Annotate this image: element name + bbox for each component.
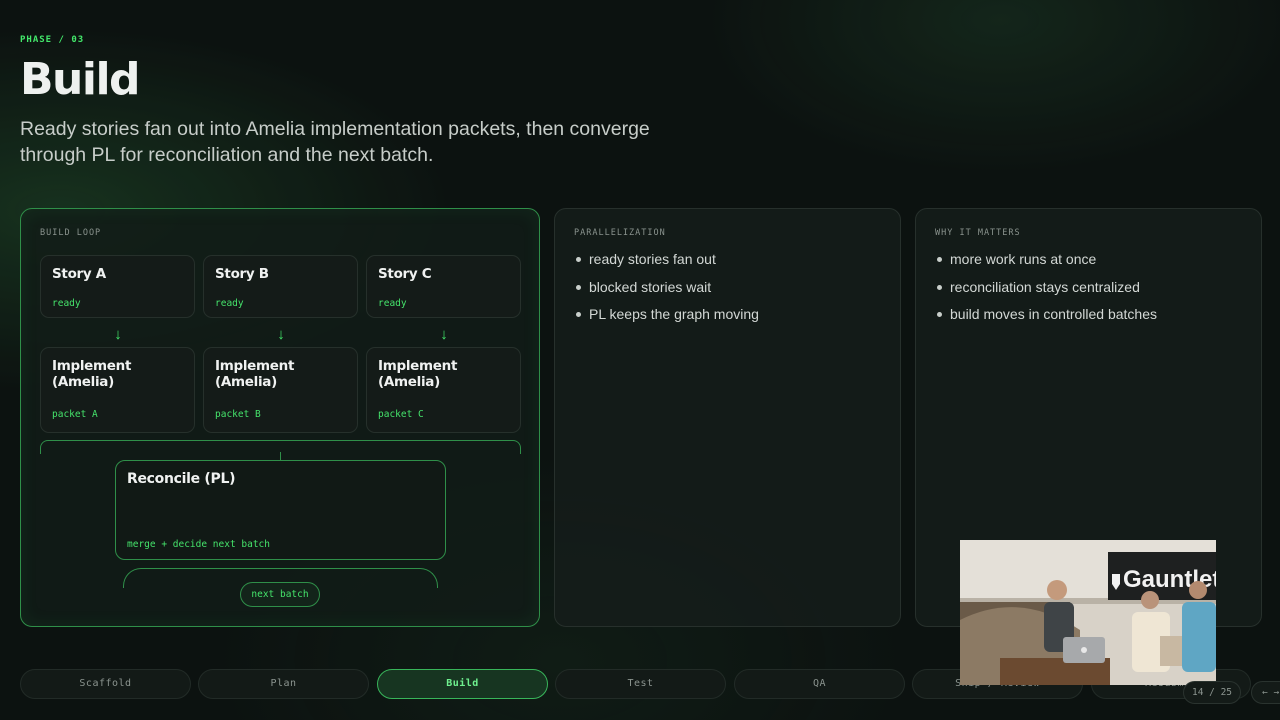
implement-c-title: Implement (Amelia)	[378, 358, 458, 390]
list-item: build moves in controlled batches	[937, 305, 1157, 333]
story-b-status: ready	[215, 298, 244, 309]
webcam-scene: Gauntlet	[960, 540, 1216, 685]
slide-counter: 14 / 25	[1183, 681, 1241, 704]
next-batch-pill: next batch	[240, 582, 320, 607]
implement-a-title: Implement (Amelia)	[52, 358, 132, 390]
implement-b-title: Implement (Amelia)	[215, 358, 295, 390]
tab-test[interactable]: Test	[555, 669, 726, 699]
implement-b-packet: packet B	[215, 409, 261, 420]
why-it-matters-list: more work runs at once reconciliation st…	[937, 250, 1157, 333]
phase-label: PHASE / 03	[20, 35, 85, 45]
story-a-card: Story A ready	[40, 255, 195, 318]
story-c-status: ready	[378, 298, 407, 309]
list-item: PL keeps the graph moving	[576, 305, 759, 333]
implement-a-packet: packet A	[52, 409, 98, 420]
story-b-card: Story B ready	[203, 255, 358, 318]
prev-next-arrows[interactable]: ← →	[1251, 681, 1280, 704]
parallelization-label: PARALLELIZATION	[574, 228, 666, 238]
build-loop-label: BUILD LOOP	[40, 228, 102, 238]
implement-a-card: Implement (Amelia) packet A	[40, 347, 195, 433]
story-c-title: Story C	[378, 266, 432, 282]
reconcile-card: Reconcile (PL) merge + decide next batch	[115, 460, 446, 560]
parallelization-list: ready stories fan out blocked stories wa…	[576, 250, 759, 333]
page-subtitle: Ready stories fan out into Amelia implem…	[20, 118, 650, 166]
webcam-video: Gauntlet	[960, 540, 1216, 685]
tab-build[interactable]: Build	[377, 669, 548, 699]
list-item: reconciliation stays centralized	[937, 278, 1157, 306]
list-item: blocked stories wait	[576, 278, 759, 306]
down-arrow-icon: ↓	[440, 326, 448, 343]
reconcile-caption: merge + decide next batch	[127, 539, 270, 550]
story-b-title: Story B	[215, 266, 269, 282]
down-arrow-icon: ↓	[114, 326, 122, 343]
list-item: more work runs at once	[937, 250, 1157, 278]
tab-scaffold[interactable]: Scaffold	[20, 669, 191, 699]
story-c-card: Story C ready	[366, 255, 521, 318]
tab-qa[interactable]: QA	[734, 669, 905, 699]
implement-c-card: Implement (Amelia) packet C	[366, 347, 521, 433]
implement-b-card: Implement (Amelia) packet B	[203, 347, 358, 433]
down-arrow-icon: ↓	[277, 326, 285, 343]
story-a-title: Story A	[52, 266, 106, 282]
reconcile-title: Reconcile (PL)	[127, 471, 236, 487]
story-a-status: ready	[52, 298, 81, 309]
why-it-matters-label: WHY IT MATTERS	[935, 228, 1021, 238]
page-title: Build	[20, 54, 141, 105]
list-item: ready stories fan out	[576, 250, 759, 278]
tab-plan[interactable]: Plan	[198, 669, 369, 699]
implement-c-packet: packet C	[378, 409, 424, 420]
